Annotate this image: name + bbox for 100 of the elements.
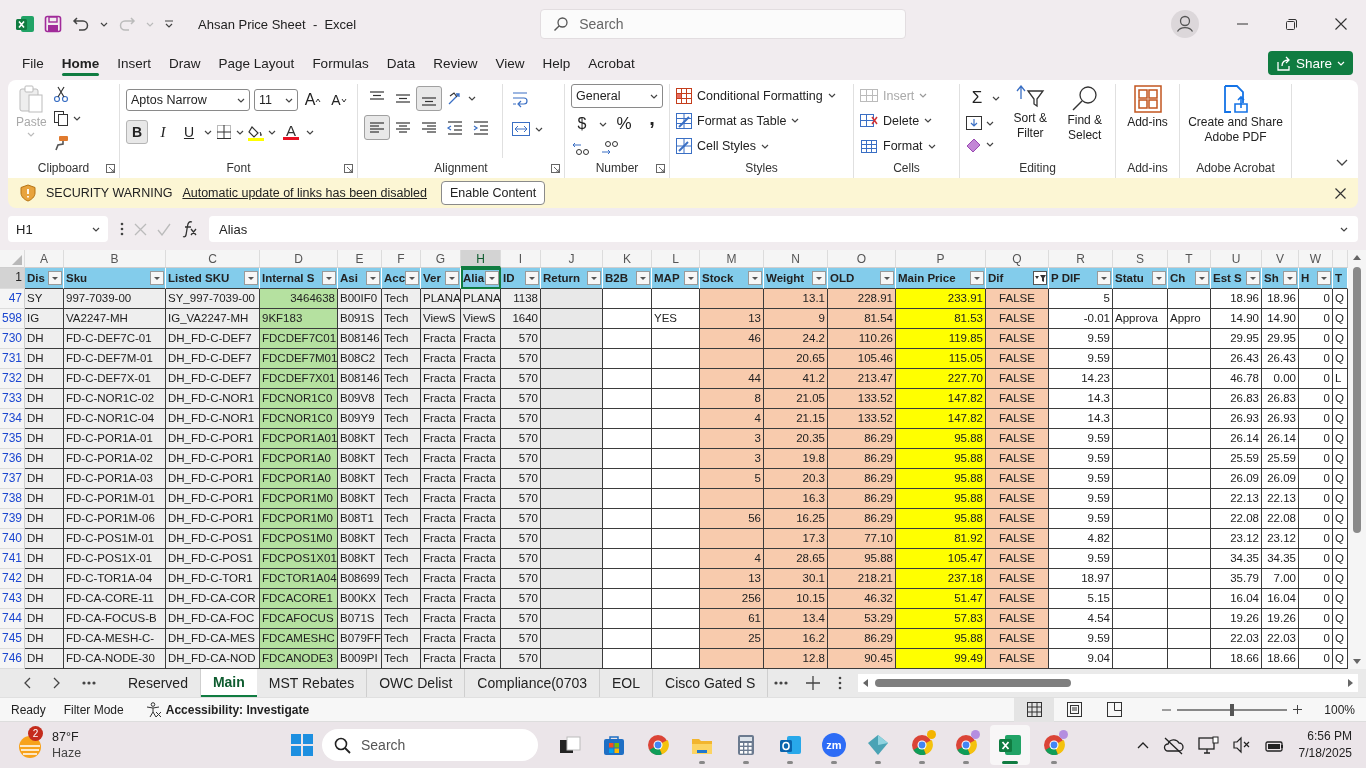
fill-down-icon[interactable] bbox=[966, 116, 982, 130]
row-header[interactable]: 741 bbox=[0, 549, 25, 569]
column-header[interactable]: V bbox=[1262, 250, 1299, 268]
menu-tab[interactable]: Insert bbox=[108, 48, 161, 78]
filter-button[interactable] bbox=[405, 271, 420, 285]
row-header[interactable]: 742 bbox=[0, 569, 25, 589]
menu-tab[interactable]: Page Layout bbox=[209, 48, 304, 78]
menu-tab[interactable]: Formulas bbox=[303, 48, 378, 78]
header-cell[interactable]: Return bbox=[541, 268, 603, 289]
undo-icon[interactable] bbox=[72, 15, 90, 33]
chevron-up-icon[interactable] bbox=[1136, 740, 1149, 750]
vertical-scrollbar[interactable] bbox=[1348, 250, 1366, 669]
cells-menu-button[interactable]: Delete bbox=[860, 109, 953, 133]
start-icon[interactable] bbox=[290, 733, 314, 757]
add-ins-button[interactable]: Add-ins bbox=[1125, 84, 1170, 158]
row-header[interactable]: 733 bbox=[0, 389, 25, 409]
filter-button[interactable] bbox=[970, 271, 984, 285]
filter-button[interactable] bbox=[1246, 271, 1260, 285]
zoom-level[interactable]: 100% bbox=[1324, 702, 1355, 717]
column-header[interactable]: P bbox=[896, 250, 986, 268]
header-cell[interactable]: Ver bbox=[421, 268, 461, 289]
filter-button[interactable] bbox=[1195, 271, 1209, 285]
column-header[interactable]: K bbox=[603, 250, 652, 268]
menu-tab[interactable]: File bbox=[13, 48, 53, 78]
search-input[interactable]: Search bbox=[579, 16, 880, 32]
header-cell[interactable]: Main Price bbox=[896, 268, 986, 289]
row-header[interactable]: 47 bbox=[0, 289, 25, 309]
column-header[interactable]: S bbox=[1113, 250, 1168, 268]
caret-icon[interactable] bbox=[599, 121, 607, 127]
add-sheet-icon[interactable] bbox=[806, 676, 821, 690]
row-header[interactable]: 740 bbox=[0, 529, 25, 549]
scroll-right-icon[interactable] bbox=[1347, 678, 1355, 688]
header-cell[interactable]: Asi bbox=[338, 268, 382, 289]
collapse-ribbon-icon[interactable] bbox=[1336, 159, 1348, 166]
caret-icon[interactable] bbox=[986, 142, 994, 147]
caret-icon[interactable] bbox=[468, 96, 476, 101]
menu-tab[interactable]: Draw bbox=[160, 48, 210, 78]
column-header[interactable]: D bbox=[260, 250, 338, 268]
restore-icon[interactable] bbox=[1286, 18, 1297, 30]
filter-button[interactable] bbox=[445, 271, 459, 285]
more-sheets-icon[interactable] bbox=[82, 680, 96, 686]
previous-sheet-icon[interactable] bbox=[24, 677, 31, 689]
column-header[interactable]: J bbox=[541, 250, 603, 268]
caret-icon[interactable] bbox=[204, 129, 212, 135]
header-cell[interactable]: OLD bbox=[828, 268, 896, 289]
row-header[interactable]: 737 bbox=[0, 469, 25, 489]
styles-menu-button[interactable]: Format as Table bbox=[676, 109, 847, 133]
row-header[interactable]: 734 bbox=[0, 409, 25, 429]
name-box[interactable]: H1 bbox=[8, 216, 108, 242]
styles-menu-button[interactable]: Conditional Formatting bbox=[676, 84, 847, 108]
font-color-button[interactable]: A bbox=[280, 120, 302, 144]
header-cell[interactable]: Internal S bbox=[260, 268, 338, 289]
font-name-field[interactable]: Aptos Narrow bbox=[126, 89, 250, 111]
formula-field[interactable]: Alias bbox=[209, 216, 1358, 242]
underline-button[interactable]: U bbox=[178, 120, 200, 144]
column-header[interactable]: Q bbox=[986, 250, 1049, 268]
options-icon[interactable] bbox=[838, 676, 843, 690]
alignment-button[interactable] bbox=[364, 115, 390, 140]
row-header[interactable]: 746 bbox=[0, 649, 25, 669]
bold-button[interactable]: B bbox=[126, 120, 148, 144]
eraser-icon[interactable] bbox=[966, 136, 982, 153]
filter-button[interactable] bbox=[684, 271, 698, 285]
increase-decimal-icon[interactable] bbox=[571, 140, 590, 156]
column-header[interactable]: I bbox=[501, 250, 541, 268]
shrink-font-button[interactable]: A bbox=[328, 88, 350, 112]
header-cell[interactable]: Stock bbox=[700, 268, 764, 289]
function-icon[interactable] bbox=[181, 220, 197, 238]
column-header[interactable]: M bbox=[700, 250, 764, 268]
accessibility-icon[interactable] bbox=[145, 701, 162, 718]
borders-icon[interactable] bbox=[216, 124, 232, 140]
header-cell[interactable]: MAP bbox=[652, 268, 700, 289]
scroll-down-icon[interactable] bbox=[1352, 658, 1362, 665]
filter-button[interactable] bbox=[748, 271, 762, 285]
row-header[interactable]: 736 bbox=[0, 449, 25, 469]
column-header[interactable]: E bbox=[338, 250, 382, 268]
caret-icon[interactable] bbox=[100, 21, 108, 27]
horizontal-scrollbar[interactable] bbox=[858, 674, 1359, 692]
clock[interactable]: 6:56 PM 7/18/2025 bbox=[1298, 728, 1352, 762]
column-header[interactable]: O bbox=[828, 250, 896, 268]
caret-icon[interactable] bbox=[986, 120, 994, 126]
header-cell[interactable]: Sku bbox=[64, 268, 166, 289]
row-header[interactable]: 735 bbox=[0, 429, 25, 449]
filter-button[interactable] bbox=[244, 271, 258, 285]
column-header[interactable]: A bbox=[25, 250, 64, 268]
header-cell[interactable]: Acc bbox=[382, 268, 421, 289]
number-format-field[interactable]: General bbox=[571, 84, 663, 108]
filter-button[interactable] bbox=[880, 271, 894, 285]
header-cell[interactable]: Statu bbox=[1113, 268, 1168, 289]
taskbar-search-box[interactable]: Search bbox=[322, 729, 538, 761]
filter-button[interactable] bbox=[812, 271, 826, 285]
column-header[interactable]: N bbox=[764, 250, 828, 268]
zoom-in-icon[interactable] bbox=[1293, 705, 1303, 714]
italic-button[interactable]: I bbox=[152, 120, 174, 144]
wrap-text-icon[interactable] bbox=[511, 90, 529, 108]
speaker-muted-icon[interactable] bbox=[1232, 736, 1250, 754]
dialog-launcher-icon[interactable] bbox=[656, 164, 665, 173]
column-header[interactable]: W bbox=[1299, 250, 1333, 268]
filter-button[interactable] bbox=[366, 271, 380, 285]
font-size-field[interactable]: 11 bbox=[254, 89, 298, 111]
cloud-off-icon[interactable] bbox=[1162, 735, 1184, 755]
